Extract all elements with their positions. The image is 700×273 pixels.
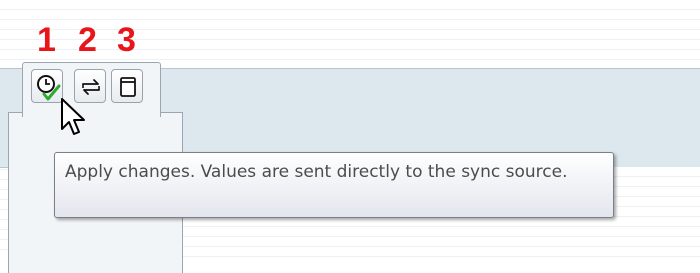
apply-changes-button[interactable] [31, 69, 63, 103]
mouse-cursor-icon [61, 98, 85, 135]
callout-number-2: 2 [78, 21, 97, 59]
tooltip-text: Apply changes. Values are sent directly … [65, 162, 568, 182]
callout-number-3: 3 [117, 21, 136, 59]
tooltip: Apply changes. Values are sent directly … [54, 152, 614, 218]
window-icon [120, 77, 136, 97]
window-button[interactable] [111, 69, 143, 103]
callout-number-1: 1 [37, 21, 56, 59]
